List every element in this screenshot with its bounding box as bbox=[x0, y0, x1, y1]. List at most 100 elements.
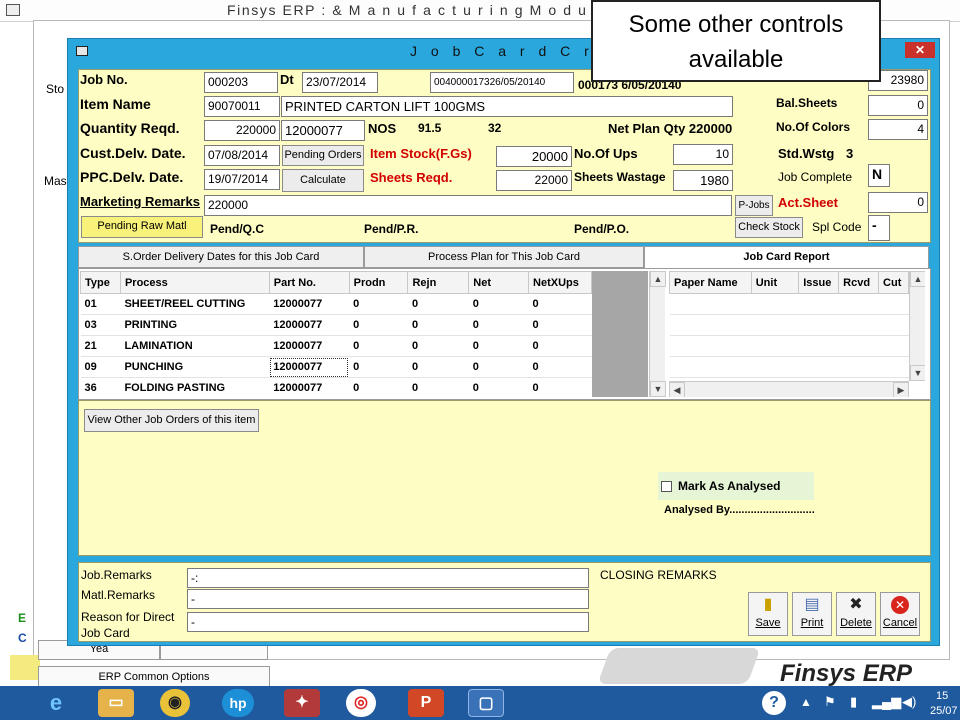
scroll-down-icon[interactable]: ▼ bbox=[910, 365, 925, 381]
sheets-reqd-field[interactable]: 22000 bbox=[496, 170, 572, 191]
grid-cell[interactable] bbox=[838, 335, 879, 357]
grid-cell[interactable] bbox=[878, 335, 909, 357]
grid-cell[interactable]: SHEET/REEL CUTTING bbox=[120, 293, 270, 315]
grid-cell[interactable]: 12000077 bbox=[269, 293, 350, 315]
grid-cell[interactable]: 0 bbox=[528, 293, 592, 315]
grid-cell[interactable]: 0 bbox=[468, 293, 529, 315]
grid-cell[interactable] bbox=[751, 293, 799, 315]
pending-raw-matl-button[interactable]: Pending Raw Matl bbox=[81, 216, 203, 238]
grid-cell[interactable] bbox=[838, 356, 879, 378]
file-explorer-icon[interactable]: ▭ bbox=[98, 689, 134, 717]
paper-grid-header[interactable]: Cut bbox=[878, 271, 909, 294]
sheets-wastage-field[interactable]: 1980 bbox=[673, 170, 733, 191]
grid-cell[interactable] bbox=[838, 314, 879, 336]
job-complete-field[interactable]: N bbox=[868, 164, 890, 187]
internet-explorer-icon[interactable]: e bbox=[38, 689, 74, 717]
grid-cell[interactable]: 0 bbox=[349, 293, 408, 315]
grid-cell[interactable]: PUNCHING bbox=[120, 356, 270, 378]
grid-cell[interactable] bbox=[878, 356, 909, 378]
process-grid-header[interactable]: Prodn bbox=[348, 271, 409, 294]
battery-icon[interactable]: ▮ bbox=[850, 694, 857, 710]
grid-cell[interactable]: 0 bbox=[407, 356, 469, 378]
quantity-field[interactable]: 220000 bbox=[204, 120, 280, 141]
table-row[interactable]: 36 FOLDING PASTING 12000077 0 0 0 0 bbox=[80, 377, 592, 397]
puzzle-app-icon[interactable]: ✦ bbox=[284, 689, 320, 717]
grid-cell[interactable]: 09 bbox=[80, 356, 121, 378]
grid-cell[interactable] bbox=[669, 293, 752, 315]
scroll-down-icon[interactable]: ▼ bbox=[650, 381, 666, 397]
item-name-field[interactable]: PRINTED CARTON LIFT 100GMS bbox=[281, 96, 733, 117]
grid-cell[interactable]: 0 bbox=[349, 356, 408, 378]
reason-field[interactable]: - bbox=[187, 612, 589, 632]
grid-cell[interactable]: 0 bbox=[407, 335, 469, 357]
view-other-job-orders-button[interactable]: View Other Job Orders of this item bbox=[84, 409, 259, 432]
spl-code-field[interactable]: - bbox=[868, 215, 890, 241]
paper-grid-header[interactable]: Unit bbox=[750, 271, 800, 294]
scroll-left-icon[interactable]: ◀ bbox=[669, 382, 685, 397]
mark-analysed-checkbox[interactable] bbox=[661, 481, 672, 492]
p-jobs-button[interactable]: P-Jobs bbox=[735, 195, 773, 216]
grid-cell[interactable]: 0 bbox=[528, 356, 592, 378]
network-icon[interactable]: ▂▄▆ bbox=[872, 694, 901, 710]
calculate-button[interactable]: Calculate bbox=[282, 169, 364, 192]
grid-cell[interactable] bbox=[751, 314, 799, 336]
grid-cell[interactable]: 0 bbox=[468, 356, 529, 378]
clock-date[interactable]: 25/07 bbox=[930, 705, 958, 717]
item-code-field[interactable]: 90070011 bbox=[204, 96, 280, 117]
grid-cell[interactable]: 12000077 bbox=[269, 356, 350, 378]
no-of-colors-field[interactable]: 4 bbox=[868, 119, 928, 140]
table-row[interactable] bbox=[669, 314, 909, 336]
grid-cell[interactable] bbox=[798, 335, 839, 357]
save-button[interactable]: ▮ Save bbox=[748, 592, 788, 636]
grid-cell[interactable]: PRINTING bbox=[120, 314, 270, 336]
paper-grid-hscrollbar[interactable]: ◀ ▶ bbox=[669, 381, 909, 397]
grid-cell[interactable] bbox=[751, 335, 799, 357]
process-grid-header[interactable]: Rejn bbox=[407, 271, 470, 294]
tray-arrow-icon[interactable]: ▲ bbox=[800, 695, 812, 709]
bal-sheets-field[interactable]: 0 bbox=[868, 95, 928, 116]
table-row[interactable]: 03 PRINTING 12000077 0 0 0 0 bbox=[80, 314, 592, 336]
grid-cell[interactable]: 12000077 bbox=[269, 377, 350, 397]
dt-field[interactable]: 23/07/2014 bbox=[302, 72, 378, 93]
job-no-field[interactable]: 000203 bbox=[204, 72, 278, 93]
paper-grid-header[interactable]: Paper Name bbox=[669, 271, 752, 294]
grid-cell[interactable] bbox=[798, 356, 839, 378]
clock-time[interactable]: 15 bbox=[936, 690, 948, 702]
scroll-up-icon[interactable]: ▲ bbox=[650, 271, 666, 287]
process-grid-scrollbar[interactable]: ▲ ▼ bbox=[649, 271, 666, 397]
grid-cell[interactable]: 0 bbox=[407, 377, 469, 397]
grid-cell[interactable]: 21 bbox=[80, 335, 121, 357]
close-button[interactable]: ✕ bbox=[905, 42, 935, 58]
grid-cell[interactable]: 0 bbox=[528, 335, 592, 357]
process-grid-header[interactable]: NetXUps bbox=[528, 271, 592, 294]
grid-cell[interactable]: 0 bbox=[528, 314, 592, 336]
grid-cell[interactable] bbox=[878, 314, 909, 336]
grid-cell[interactable] bbox=[798, 293, 839, 315]
grid-cell[interactable] bbox=[878, 293, 909, 315]
table-row[interactable] bbox=[669, 293, 909, 315]
table-row[interactable]: 01 SHEET/REEL CUTTING 12000077 0 0 0 0 bbox=[80, 293, 592, 315]
grid-cell[interactable] bbox=[669, 314, 752, 336]
chrome-icon[interactable]: ◎ bbox=[346, 689, 376, 717]
no-of-ups-field[interactable]: 10 bbox=[673, 144, 733, 165]
tab-process-plan[interactable]: Process Plan for This Job Card bbox=[364, 246, 644, 268]
matl-remarks-field[interactable]: - bbox=[187, 589, 589, 609]
ppc-delv-date-field[interactable]: 19/07/2014 bbox=[204, 169, 280, 190]
grid-cell[interactable]: 0 bbox=[468, 335, 529, 357]
paper-grid-header[interactable]: Issue bbox=[798, 271, 840, 294]
grid-cell[interactable] bbox=[751, 356, 799, 378]
grid-cell[interactable] bbox=[669, 356, 752, 378]
process-grid-header[interactable]: Net bbox=[468, 271, 530, 294]
volume-icon[interactable]: ◀) bbox=[902, 694, 916, 710]
tab-sorder-delivery-dates[interactable]: S.Order Delivery Dates for this Job Card bbox=[78, 246, 364, 268]
order-ref-field[interactable]: 004000017326/05/20140 bbox=[430, 72, 574, 93]
paper-grid-header[interactable]: Rcvd bbox=[838, 271, 880, 294]
grid-cell[interactable]: 0 bbox=[407, 293, 469, 315]
process-grid-header[interactable]: Type bbox=[80, 271, 121, 294]
grid-cell[interactable]: LAMINATION bbox=[120, 335, 270, 357]
check-stock-button[interactable]: Check Stock bbox=[735, 217, 803, 238]
grid-cell[interactable]: 0 bbox=[468, 314, 529, 336]
quantity-part-field[interactable]: 12000077 bbox=[281, 120, 365, 141]
process-grid-header[interactable]: Process bbox=[119, 271, 270, 294]
grid-cell[interactable]: 0 bbox=[349, 314, 408, 336]
